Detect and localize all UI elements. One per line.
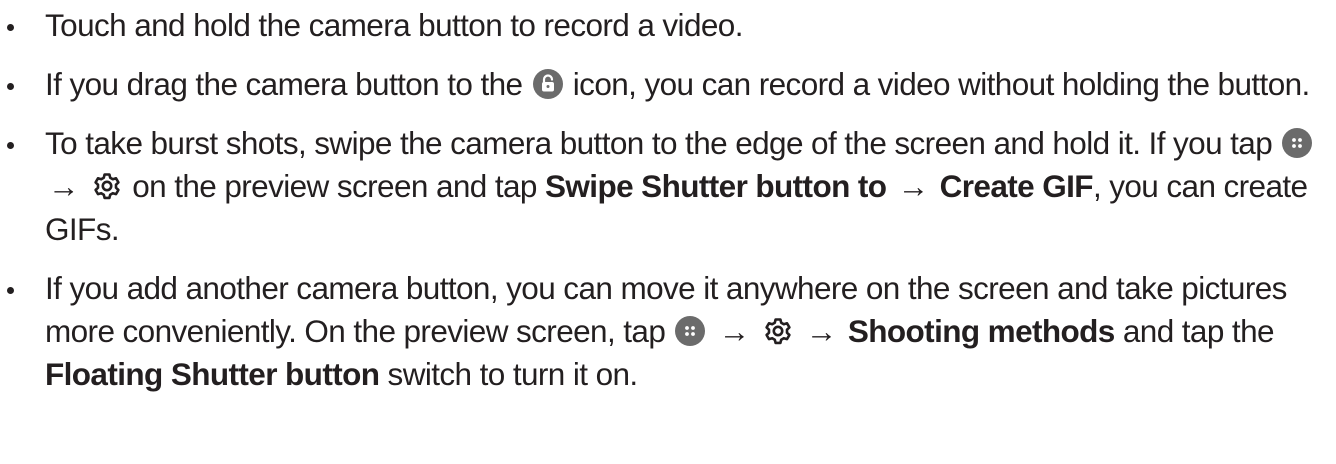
lock-open-icon bbox=[532, 69, 563, 99]
bullet-text: on the preview screen and tap bbox=[132, 168, 537, 204]
gear-icon bbox=[92, 171, 122, 201]
menu-term-swipe-shutter: Swipe Shutter button to bbox=[545, 168, 887, 204]
arrow-symbol: → bbox=[718, 313, 751, 349]
bullet-text: icon, you can record a video without hol… bbox=[572, 66, 1311, 102]
menu-term-shooting-methods: Shooting methods bbox=[847, 313, 1115, 349]
list-item-burst-shots: To take burst shots, swipe the camera bu… bbox=[0, 122, 1336, 251]
bullet-dot bbox=[7, 142, 14, 149]
list-item-drag-lock: If you drag the camera button to the ico… bbox=[0, 63, 1336, 106]
list-item-record-video: Touch and hold the camera button to reco… bbox=[0, 4, 1336, 47]
bullet-dot bbox=[7, 287, 14, 294]
arrow-symbol: → bbox=[897, 168, 930, 204]
tips-list: Touch and hold the camera button to reco… bbox=[0, 4, 1336, 412]
document-page: Touch and hold the camera button to reco… bbox=[0, 0, 1336, 464]
menu-term-floating-shutter: Floating Shutter button bbox=[45, 356, 380, 392]
bullet-text: To take burst shots, swipe the camera bu… bbox=[45, 125, 1273, 161]
gear-icon bbox=[763, 316, 793, 346]
arrow-symbol: → bbox=[805, 313, 838, 349]
bullet-text: Touch and hold the camera button to reco… bbox=[45, 7, 743, 43]
bullet-text: and tap the bbox=[1122, 313, 1275, 349]
bullet-dot bbox=[7, 24, 14, 31]
arrow-symbol: → bbox=[48, 168, 80, 204]
more-options-icon bbox=[675, 316, 706, 346]
bullet-text: If you drag the camera button to the bbox=[45, 66, 523, 102]
menu-term-create-gif: Create GIF bbox=[939, 168, 1094, 204]
list-item-floating-shutter: If you add another camera button, you ca… bbox=[0, 267, 1336, 396]
bullet-dot bbox=[7, 83, 14, 90]
bullet-text: switch to turn it on. bbox=[387, 356, 639, 392]
more-options-icon bbox=[1282, 128, 1313, 158]
